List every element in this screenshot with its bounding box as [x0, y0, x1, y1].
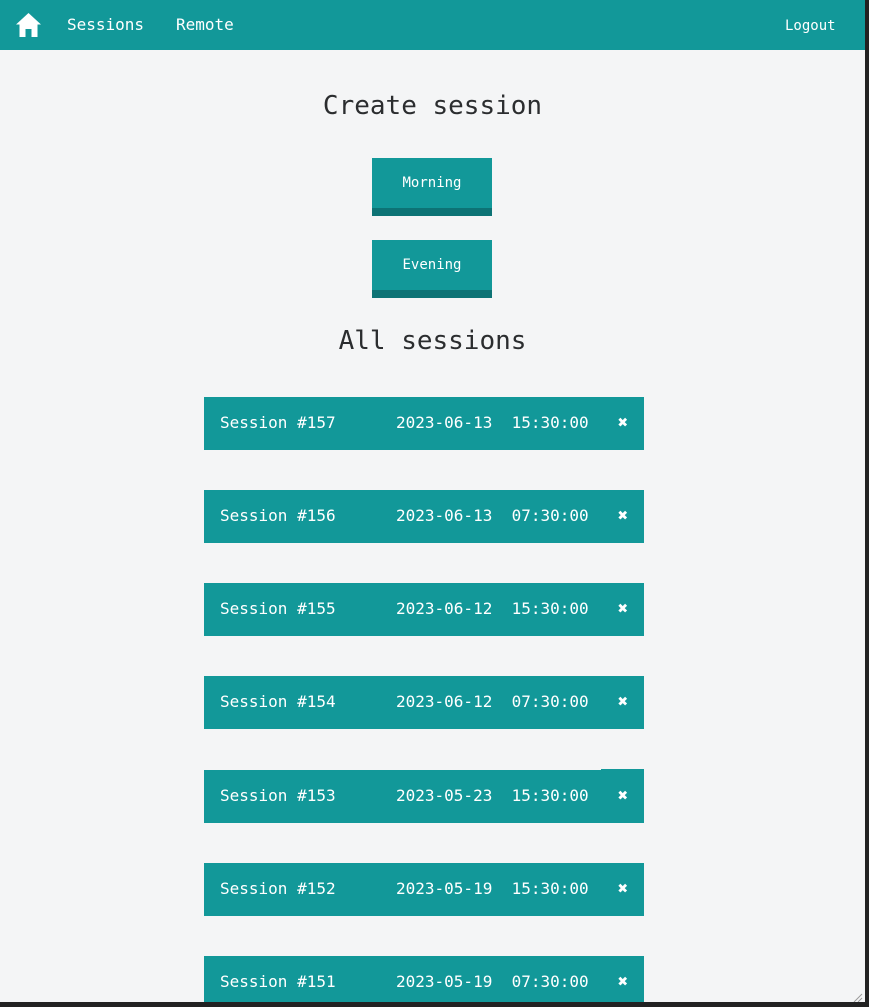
- session-datetime: 2023-06-12 15:30:00: [396, 599, 589, 619]
- session-date: 2023-06-12: [396, 692, 493, 711]
- session-name: Session #154: [220, 692, 336, 711]
- session-name: Session #156: [220, 506, 336, 525]
- all-sessions-heading: All sessions: [338, 326, 527, 356]
- session-datetime: 2023-06-12 07:30:00: [396, 692, 589, 712]
- session-datetime: 2023-06-13 15:30:00: [396, 413, 589, 433]
- session-row[interactable]: Session #156 2023-06-13 07:30:00 ✖: [204, 490, 644, 543]
- session-time: 07:30:00: [511, 692, 589, 711]
- session-time: 15:30:00: [511, 413, 589, 432]
- session-datetime: 2023-05-19 15:30:00: [396, 879, 589, 899]
- session-date: 2023-06-13: [396, 506, 493, 525]
- delete-session-close-icon[interactable]: ✖: [616, 880, 630, 898]
- session-date: 2023-05-23: [396, 786, 493, 805]
- session-time: 15:30:00: [511, 786, 589, 805]
- delete-session-close-icon[interactable]: ✖: [616, 414, 630, 432]
- evening-button[interactable]: Evening: [372, 240, 492, 298]
- delete-session-close-icon[interactable]: ✖: [616, 507, 630, 525]
- session-datetime: 2023-05-23 15:30:00: [396, 786, 589, 806]
- nav-remote-link[interactable]: Remote: [176, 15, 234, 35]
- top-navbar: Sessions Remote Logout: [0, 0, 865, 50]
- session-row[interactable]: Session #157 2023-06-13 15:30:00 ✖: [204, 397, 644, 450]
- session-row[interactable]: Session #154 2023-06-12 07:30:00 ✖: [204, 676, 644, 729]
- session-date: 2023-05-19: [396, 972, 493, 991]
- delete-session-close-icon[interactable]: ✖: [616, 973, 630, 991]
- create-session-heading: Create session: [322, 91, 543, 121]
- session-datetime: 2023-06-13 07:30:00: [396, 506, 589, 526]
- delete-session-close-icon[interactable]: ✖: [616, 600, 630, 618]
- session-date: 2023-06-12: [396, 599, 493, 618]
- session-row[interactable]: Session #151 2023-05-19 07:30:00 ✖: [204, 956, 644, 1002]
- session-name: Session #153: [220, 786, 336, 805]
- session-name: Session #157: [220, 413, 336, 432]
- delete-session-close-icon[interactable]: ✖: [616, 693, 630, 711]
- morning-button[interactable]: Morning: [372, 158, 492, 216]
- session-name: Session #152: [220, 879, 336, 898]
- session-datetime: 2023-05-19 07:30:00: [396, 972, 589, 992]
- session-row[interactable]: Session #152 2023-05-19 15:30:00 ✖: [204, 863, 644, 916]
- resize-grip-icon[interactable]: [851, 988, 863, 1002]
- session-time: 15:30:00: [511, 599, 589, 618]
- session-date: 2023-06-13: [396, 413, 493, 432]
- logout-link[interactable]: Logout: [785, 16, 836, 36]
- session-time: 07:30:00: [511, 506, 589, 525]
- session-time: 15:30:00: [511, 879, 589, 898]
- home-icon[interactable]: [15, 12, 42, 38]
- session-time: 07:30:00: [511, 972, 589, 991]
- delete-session-close-icon[interactable]: ✖: [616, 787, 630, 805]
- session-name: Session #151: [220, 972, 336, 991]
- session-name: Session #155: [220, 599, 336, 618]
- session-row[interactable]: Session #155 2023-06-12 15:30:00 ✖: [204, 583, 644, 636]
- nav-sessions-link[interactable]: Sessions: [67, 15, 144, 35]
- session-date: 2023-05-19: [396, 879, 493, 898]
- session-row[interactable]: Session #153 2023-05-23 15:30:00 ✖: [204, 769, 644, 823]
- app-window: Sessions Remote Logout Create session Mo…: [0, 0, 865, 1002]
- row-notch: [601, 769, 644, 770]
